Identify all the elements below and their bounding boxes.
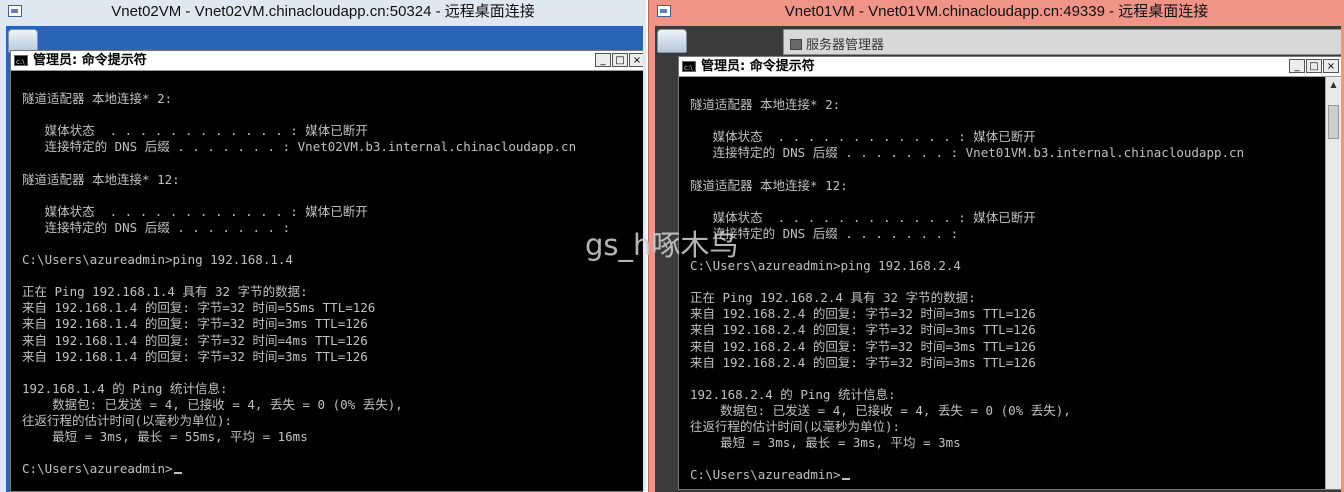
console-line: 来自 192.168.1.4 的回复: 字节=32 时间=4ms TTL=126 bbox=[22, 332, 368, 348]
maximize-button[interactable]: □ bbox=[612, 53, 628, 67]
remote-desktop-area: 管理员: 命令提示符 _ □ × 隧道适配器 本地连接* 2: 媒体状态 . .… bbox=[6, 26, 643, 492]
cmd-titlebar[interactable]: 管理员: 命令提示符 _ □ × bbox=[11, 51, 643, 72]
scroll-up-arrow-icon[interactable]: ▲ bbox=[1327, 78, 1340, 91]
cmd-icon bbox=[682, 58, 696, 78]
window-title: Vnet01VM - Vnet01VM.chinacloudapp.cn:493… bbox=[784, 3, 1209, 20]
server-manager-window[interactable]: 服务器管理器 bbox=[783, 29, 1341, 55]
remote-desktop-window-vnet02[interactable]: Vnet02VM - Vnet02VM.chinacloudapp.cn:503… bbox=[0, 0, 646, 492]
minimize-button[interactable]: _ bbox=[595, 53, 611, 67]
console-line: 来自 192.168.2.4 的回复: 字节=32 时间=3ms TTL=126 bbox=[690, 306, 1036, 322]
console-line: 媒体状态 . . . . . . . . . . . . : 媒体已断开 bbox=[690, 209, 1036, 225]
console-line: 正在 Ping 192.168.2.4 具有 32 字节的数据: bbox=[690, 290, 976, 306]
cmd-title: 管理员: 命令提示符 bbox=[701, 59, 815, 74]
console-output[interactable]: 隧道适配器 本地连接* 2: 媒体状态 . . . . . . . . . . … bbox=[679, 77, 1325, 489]
remote-desktop-window-vnet01[interactable]: Vnet01VM - Vnet01VM.chinacloudapp.cn:493… bbox=[648, 0, 1344, 492]
close-button[interactable]: × bbox=[629, 53, 643, 67]
console-line: C:\Users\azureadmin>ping 192.168.1.4 bbox=[22, 252, 293, 267]
remote-desktop-icon bbox=[657, 5, 671, 17]
console-line: 隧道适配器 本地连接* 2: bbox=[690, 97, 841, 112]
console-line: 媒体状态 . . . . . . . . . . . . : 媒体已断开 bbox=[22, 203, 368, 219]
watermark-text: gs_h啄木鸟 bbox=[585, 228, 739, 262]
vertical-scrollbar[interactable]: ▲ bbox=[1325, 77, 1341, 489]
console-line: 来自 192.168.2.4 的回复: 字节=32 时间=3ms TTL=126 bbox=[690, 322, 1036, 338]
command-prompt-window[interactable]: 管理员: 命令提示符 _ □ × 隧道适配器 本地连接* 2: 媒体状态 . .… bbox=[10, 50, 643, 492]
console-line: 来自 192.168.1.4 的回复: 字节=32 时间=3ms TTL=126 bbox=[22, 316, 368, 332]
console-line: 隧道适配器 本地连接* 12: bbox=[690, 177, 848, 193]
text-cursor bbox=[173, 472, 182, 475]
console-line: C:\Users\azureadmin> bbox=[22, 461, 182, 476]
scroll-thumb[interactable] bbox=[1328, 105, 1339, 139]
command-prompt-window[interactable]: 管理员: 命令提示符 _ □ × 隧道适配器 本地连接* 2: 媒体状态 . .… bbox=[678, 56, 1341, 490]
console-line: 来自 192.168.2.4 的回复: 字节=32 时间=3ms TTL=126 bbox=[690, 338, 1036, 354]
recycle-bin-icon[interactable] bbox=[657, 29, 687, 53]
console-line: 数据包: 已发送 = 4, 已接收 = 4, 丢失 = 0 (0% 丢失), bbox=[22, 396, 403, 412]
close-button[interactable]: × bbox=[1323, 59, 1339, 73]
console-line: 最短 = 3ms, 最长 = 3ms, 平均 = 3ms bbox=[690, 435, 961, 451]
cmd-title: 管理员: 命令提示符 bbox=[33, 53, 147, 68]
console-line: 最短 = 3ms, 最长 = 55ms, 平均 = 16ms bbox=[22, 429, 308, 445]
cmd-icon bbox=[14, 52, 28, 72]
server-manager-label: 服务器管理器 bbox=[806, 37, 885, 52]
console-line: 正在 Ping 192.168.1.4 具有 32 字节的数据: bbox=[22, 284, 308, 300]
console-line: 来自 192.168.1.4 的回复: 字节=32 时间=3ms TTL=126 bbox=[22, 348, 368, 364]
minimize-button[interactable]: _ bbox=[1289, 59, 1305, 73]
console-line: 连接特定的 DNS 后缀 . . . . . . . : bbox=[22, 219, 291, 235]
console-output[interactable]: 隧道适配器 本地连接* 2: 媒体状态 . . . . . . . . . . … bbox=[11, 71, 643, 491]
text-cursor bbox=[841, 478, 850, 481]
console-line: 往返行程的估计时间(以毫秒为单位): bbox=[690, 419, 901, 434]
console-line: 192.168.1.4 的 Ping 统计信息: bbox=[22, 380, 228, 396]
console-line: 来自 192.168.1.4 的回复: 字节=32 时间=55ms TTL=12… bbox=[22, 300, 376, 316]
console-line: 连接特定的 DNS 后缀 . . . . . . . : Vnet01VM.b3… bbox=[690, 145, 1245, 161]
console-line: 隧道适配器 本地连接* 2: bbox=[22, 91, 173, 106]
window-titlebar[interactable]: Vnet02VM - Vnet02VM.chinacloudapp.cn:503… bbox=[0, 0, 646, 24]
console-line: C:\Users\azureadmin> bbox=[690, 467, 850, 482]
console-line: 数据包: 已发送 = 4, 已接收 = 4, 丢失 = 0 (0% 丢失), bbox=[690, 402, 1071, 418]
window-title: Vnet02VM - Vnet02VM.chinacloudapp.cn:503… bbox=[111, 3, 535, 20]
console-line: 媒体状态 . . . . . . . . . . . . : 媒体已断开 bbox=[22, 123, 368, 139]
console-line: 192.168.2.4 的 Ping 统计信息: bbox=[690, 386, 896, 402]
maximize-button[interactable]: □ bbox=[1306, 59, 1322, 73]
server-manager-title: 服务器管理器 bbox=[790, 34, 884, 53]
console-line: 往返行程的估计时间(以毫秒为单位): bbox=[22, 413, 233, 428]
console-line: 隧道适配器 本地连接* 12: bbox=[22, 171, 180, 187]
remote-desktop-icon bbox=[8, 5, 22, 17]
remote-desktop-area: 服务器管理器 管理员: 命令提示符 _ □ × 隧道适配器 本地连接* 2: 媒… bbox=[655, 26, 1341, 492]
console-line: 媒体状态 . . . . . . . . . . . . : 媒体已断开 bbox=[690, 129, 1036, 145]
console-line: 来自 192.168.2.4 的回复: 字节=32 时间=3ms TTL=126 bbox=[690, 354, 1036, 370]
console-line: 连接特定的 DNS 后缀 . . . . . . . : Vnet02VM.b3… bbox=[22, 139, 577, 155]
server-manager-icon bbox=[790, 39, 802, 50]
cmd-titlebar[interactable]: 管理员: 命令提示符 _ □ × bbox=[679, 57, 1341, 78]
window-titlebar[interactable]: Vnet01VM - Vnet01VM.chinacloudapp.cn:493… bbox=[649, 0, 1344, 24]
